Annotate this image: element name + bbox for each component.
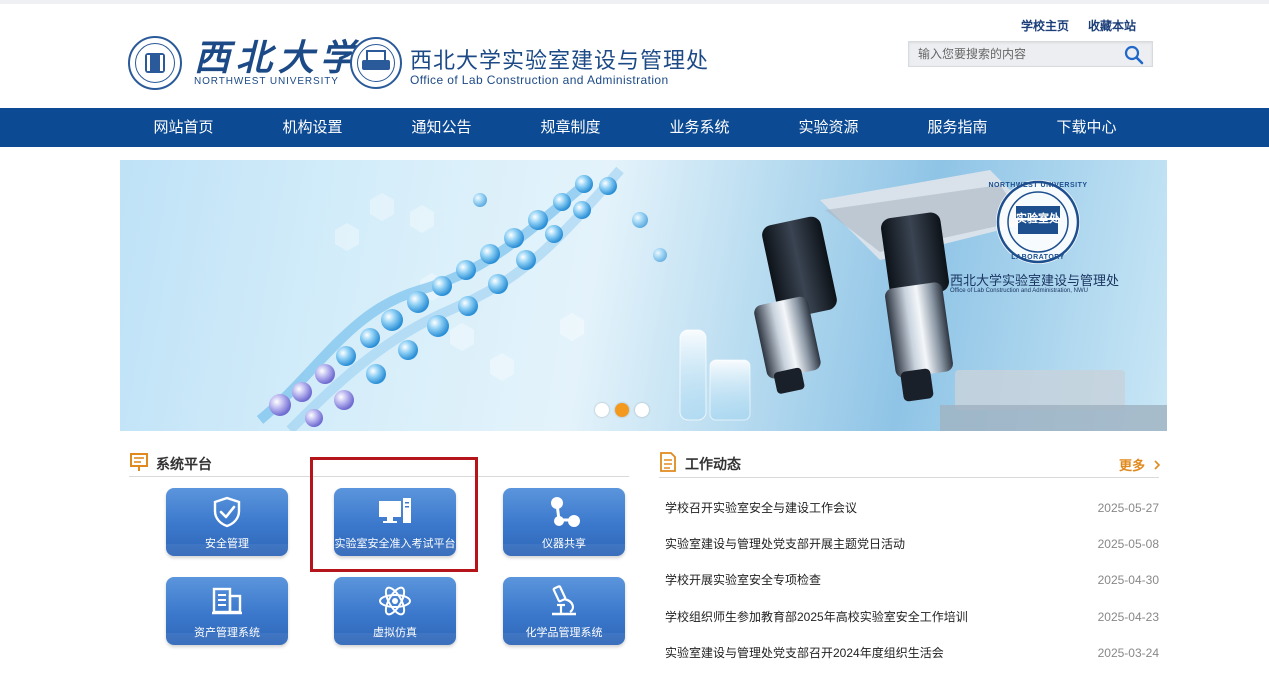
university-name-cn: 西北大学 [194, 37, 363, 79]
microscope-icon [548, 585, 580, 622]
share-nodes-icon [547, 496, 581, 533]
highlight-box [310, 457, 478, 572]
news-item-date: 2025-04-23 [1097, 610, 1159, 624]
tile-instrument-sharing[interactable]: 仪器共享 [503, 488, 625, 556]
top-strip [0, 0, 1269, 4]
tile-label: 资产管理系统 [194, 627, 260, 639]
section-icon-partial [129, 668, 149, 674]
news-item-title: 学校组织师生参加教育部2025年高校实验室安全工作培训 [665, 610, 968, 624]
carousel-dot-1[interactable] [595, 403, 609, 417]
news-item-title: 学校召开实验室安全与建设工作会议 [665, 501, 858, 515]
news-item-date: 2025-05-27 [1097, 501, 1159, 515]
carousel-dot-3[interactable] [635, 403, 649, 417]
school-home-link[interactable]: 学校主页 [1021, 17, 1069, 34]
tile-safety-management[interactable]: 安全管理 [166, 488, 288, 556]
carousel-dot-2[interactable] [615, 403, 629, 417]
news-item-date: 2025-03-24 [1097, 646, 1159, 660]
news-item-date: 2025-05-08 [1097, 537, 1159, 551]
tile-virtual-simulation[interactable]: 虚拟仿真 [334, 577, 456, 645]
news-item-title: 实验室建设与管理处党支部开展主题党日活动 [665, 537, 906, 551]
news-item[interactable]: 实验室建设与管理处党支部开展主题党日活动 2025-05-08 [665, 535, 1159, 553]
tile-label: 化学品管理系统 [525, 627, 603, 639]
news-item-date: 2025-04-30 [1097, 573, 1159, 587]
nav-item-business-systems[interactable]: 业务系统 [635, 108, 764, 147]
banner-caption-en: Office of Lab Construction and Administr… [950, 288, 1088, 294]
dept-name-cn: 西北大学实验室建设与管理处 [410, 48, 710, 73]
shield-check-icon [212, 496, 242, 533]
tile-asset-management[interactable]: 资产管理系统 [166, 577, 288, 645]
nav-item-regulations[interactable]: 规章制度 [506, 108, 635, 147]
nav-item-service-guide[interactable]: 服务指南 [893, 108, 1022, 147]
lab-office-seal-logo[interactable] [350, 37, 402, 89]
news-divider [659, 477, 1159, 478]
news-item[interactable]: 实验室建设与管理处党支部召开2024年度组织生活会 2025-03-24 [665, 644, 1159, 662]
systems-section-title: 系统平台 [156, 456, 212, 472]
main-nav: 网站首页 机构设置 通知公告 规章制度 业务系统 实验资源 服务指南 下载中心 [0, 108, 1269, 147]
tile-label: 虚拟仿真 [373, 627, 417, 639]
nav-item-downloads[interactable]: 下载中心 [1022, 108, 1151, 147]
news-item[interactable]: 学校组织师生参加教育部2025年高校实验室安全工作培训 2025-04-23 [665, 608, 1159, 626]
banner-illustration [256, 166, 1167, 431]
nav-item-lab-resources[interactable]: 实验资源 [764, 108, 893, 147]
university-seal-logo[interactable] [128, 36, 182, 90]
atom-icon [378, 585, 412, 622]
tile-label: 安全管理 [205, 538, 249, 550]
banner-seal-ring-top: NORTHWEST UNIVERSITY [988, 182, 1088, 189]
search-icon[interactable] [1124, 45, 1144, 65]
presentation-board-icon [129, 452, 149, 477]
nav-item-home[interactable]: 网站首页 [119, 108, 248, 147]
building-icon [211, 585, 243, 620]
dept-name-en: Office of Lab Construction and Administr… [410, 73, 669, 87]
hero-banner[interactable]: 实验室处 NORTHWEST UNIVERSITY LABORATORY 西北大… [120, 160, 1167, 431]
nav-item-notices[interactable]: 通知公告 [377, 108, 506, 147]
more-link[interactable]: 更多 [1119, 455, 1161, 474]
chevron-right-icon [1153, 458, 1161, 473]
search-input[interactable] [909, 42, 1119, 66]
tile-label: 仪器共享 [542, 538, 586, 550]
news-item[interactable]: 学校开展实验室安全专项检查 2025-04-30 [665, 571, 1159, 589]
search-box [908, 41, 1153, 67]
banner-caption-cn: 西北大学实验室建设与管理处 [950, 274, 1120, 289]
more-label: 更多 [1119, 458, 1146, 473]
document-icon [659, 452, 677, 477]
university-name-en: NORTHWEST UNIVERSITY [194, 76, 339, 87]
news-item-title: 实验室建设与管理处党支部召开2024年度组织生活会 [665, 646, 944, 660]
news-item-title: 学校开展实验室安全专项检查 [665, 573, 822, 587]
nav-item-organization[interactable]: 机构设置 [248, 108, 377, 147]
bookmark-site-link[interactable]: 收藏本站 [1088, 17, 1136, 34]
news-item[interactable]: 学校召开实验室安全与建设工作会议 2025-05-27 [665, 499, 1159, 517]
banner-seal-ring-bottom: LABORATORY [1011, 254, 1065, 261]
news-section-title: 工作动态 [685, 456, 741, 472]
tile-chemicals-management[interactable]: 化学品管理系统 [503, 577, 625, 645]
banner-seal-text: 实验室处 [1016, 213, 1060, 225]
